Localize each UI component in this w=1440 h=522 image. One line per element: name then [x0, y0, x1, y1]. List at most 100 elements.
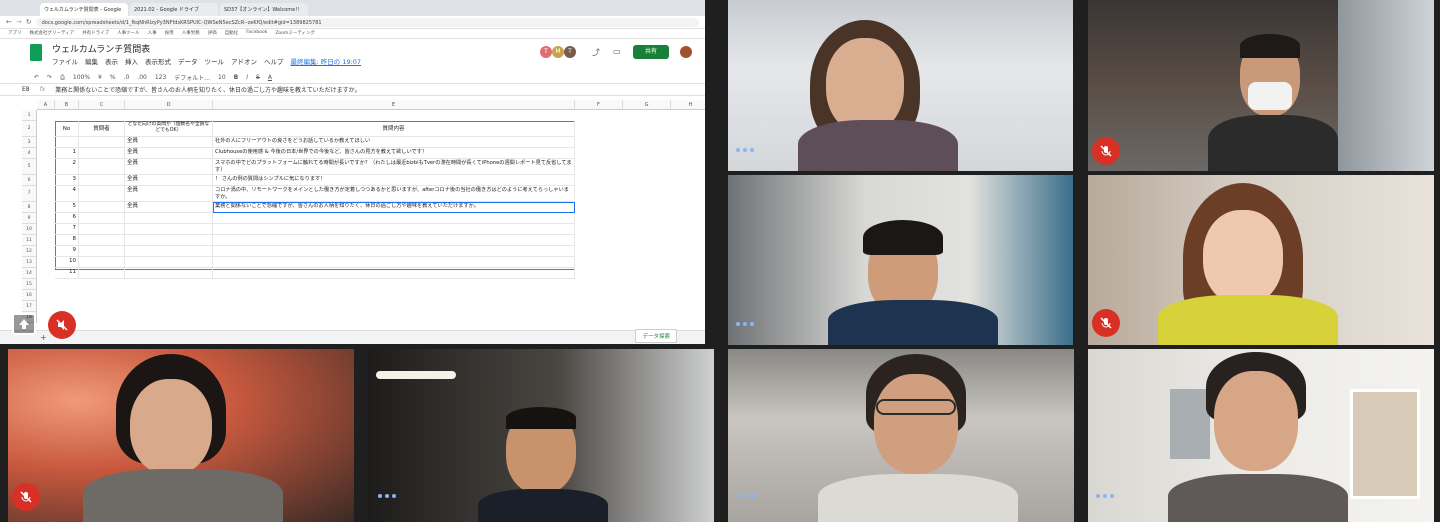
- cell-asker[interactable]: [79, 213, 125, 224]
- row-header[interactable]: 12: [22, 246, 37, 257]
- cell-no[interactable]: 2: [55, 159, 79, 175]
- participant-tile[interactable]: [1088, 349, 1434, 522]
- bookmark[interactable]: アプリ: [8, 30, 22, 37]
- bookmark[interactable]: 採用: [165, 30, 174, 37]
- bold-button[interactable]: B: [234, 74, 239, 81]
- row-header[interactable]: 11: [22, 235, 37, 246]
- font-select[interactable]: デフォルト...: [174, 73, 210, 82]
- percent-button[interactable]: %: [110, 74, 116, 81]
- cell-no[interactable]: 10: [55, 257, 79, 268]
- cell-target[interactable]: 全員: [125, 186, 213, 202]
- cell-no[interactable]: 6: [55, 213, 79, 224]
- reload-icon[interactable]: ↻: [26, 18, 32, 26]
- cell-target[interactable]: [125, 235, 213, 246]
- col-header[interactable]: A: [37, 100, 55, 110]
- row-header[interactable]: 13: [22, 257, 37, 268]
- url-input[interactable]: docs.google.com/spreadsheets/d/1_fkqNhRI…: [35, 17, 699, 27]
- bookmark[interactable]: Zoomミーティング: [275, 30, 315, 37]
- cell-asker[interactable]: [79, 137, 125, 148]
- header-no[interactable]: No: [55, 121, 79, 137]
- menu-format[interactable]: 表示形式: [145, 56, 171, 66]
- participant-tile[interactable]: [368, 349, 714, 522]
- font-size-select[interactable]: 10: [218, 74, 226, 81]
- activity-icon[interactable]: ⤴: [592, 47, 600, 58]
- sheets-logo-icon[interactable]: [30, 44, 42, 61]
- redo-icon[interactable]: ↷: [47, 74, 52, 81]
- browser-tab-3[interactable]: SD37【オンライン】Welcome!!: [220, 3, 308, 16]
- zoom-select[interactable]: 100%: [73, 74, 90, 81]
- col-header[interactable]: D: [125, 100, 213, 110]
- row-header[interactable]: 2: [22, 121, 37, 137]
- print-icon[interactable]: ⎙: [60, 74, 65, 82]
- cell-question[interactable]: [213, 235, 575, 246]
- bookmark[interactable]: 自動化: [225, 30, 239, 37]
- cell-no[interactable]: 3: [55, 175, 79, 186]
- cell-target[interactable]: 全員: [125, 148, 213, 159]
- cell-target[interactable]: 全員: [125, 137, 213, 148]
- bookmark[interactable]: 共有ドライブ: [82, 30, 109, 37]
- row-header[interactable]: 7: [22, 186, 37, 202]
- row-header[interactable]: 9: [22, 213, 37, 224]
- cell-no[interactable]: 9: [55, 246, 79, 257]
- mic-off-icon[interactable]: [48, 311, 76, 339]
- cell-question[interactable]: [213, 213, 575, 224]
- header-content[interactable]: 質問内容: [213, 121, 575, 137]
- decimal-increase-button[interactable]: .00: [137, 74, 147, 81]
- participant-tile[interactable]: [728, 0, 1073, 171]
- italic-button[interactable]: I: [246, 74, 248, 81]
- row-header[interactable]: 14: [22, 268, 37, 279]
- cell-question[interactable]: コロナ渦の中、リモートワークをメインとした働き方が定着しつつあるかと思いますが、…: [213, 186, 575, 202]
- bookmark[interactable]: 人事労務: [182, 30, 200, 37]
- formula-input[interactable]: 業務と関係ないことで恐縮ですが、皆さんのお人柄を知りたく、休日の過ごし方や趣味を…: [55, 85, 360, 94]
- currency-button[interactable]: ¥: [98, 74, 102, 81]
- cell-asker[interactable]: [79, 186, 125, 202]
- cell-target[interactable]: 全員: [125, 159, 213, 175]
- col-header[interactable]: E: [213, 100, 575, 110]
- cell-question[interactable]: 社外の人にフリーアウトの良さをどうお話しているか教えてほしい: [213, 137, 575, 148]
- browser-tab-1[interactable]: ウェルカムランチ質問表 - Google: [40, 3, 128, 16]
- cell-asker[interactable]: [79, 235, 125, 246]
- bookmark[interactable]: 人事: [148, 30, 157, 37]
- row-header[interactable]: 16: [22, 290, 37, 301]
- cell-asker[interactable]: [79, 268, 125, 279]
- comment-icon[interactable]: ▭: [613, 47, 621, 56]
- menu-view[interactable]: 表示: [105, 56, 118, 66]
- cell-target[interactable]: [125, 246, 213, 257]
- cell-question[interactable]: スマホの中でどのプラットフォームに触れてる時間が長いですか？（わたしは最近biz…: [213, 159, 575, 175]
- back-icon[interactable]: ←: [6, 18, 12, 26]
- mic-off-icon[interactable]: [1092, 309, 1120, 337]
- row-header[interactable]: 10: [22, 224, 37, 235]
- explore-button[interactable]: データ探索: [635, 329, 677, 343]
- cell-target[interactable]: [125, 268, 213, 279]
- row-header[interactable]: 17: [22, 301, 37, 312]
- strike-button[interactable]: S: [256, 74, 260, 81]
- cell-asker[interactable]: [79, 246, 125, 257]
- cell-no[interactable]: 7: [55, 224, 79, 235]
- undo-icon[interactable]: ↶: [34, 74, 39, 81]
- menu-addons[interactable]: アドオン: [231, 56, 257, 66]
- col-header[interactable]: C: [79, 100, 125, 110]
- cell-question[interactable]: Clubhouseの使用感 & 今後の日本/世界での今後など、皆さんの見方を教え…: [213, 148, 575, 159]
- cell-no[interactable]: 4: [55, 186, 79, 202]
- cell-target[interactable]: [125, 213, 213, 224]
- row-header[interactable]: 3: [22, 137, 37, 148]
- cell-asker[interactable]: [79, 257, 125, 268]
- menu-help[interactable]: ヘルプ: [264, 56, 284, 66]
- number-format-button[interactable]: 123: [155, 74, 166, 81]
- cell-no[interactable]: 11: [55, 268, 79, 279]
- browser-tab-2[interactable]: 2021.02 - Google ドライブ: [130, 3, 218, 16]
- menu-tools[interactable]: ツール: [205, 56, 225, 66]
- decimal-decrease-button[interactable]: .0: [124, 74, 130, 81]
- col-header[interactable]: F: [575, 100, 623, 110]
- participant-tile[interactable]: [728, 349, 1074, 522]
- cell-asker[interactable]: [79, 224, 125, 235]
- bookmark[interactable]: 人事ツール: [117, 30, 140, 37]
- share-button[interactable]: 共有: [633, 45, 669, 59]
- doc-title[interactable]: ウェルカムランチ質問表: [52, 42, 150, 55]
- cell-asker[interactable]: [79, 159, 125, 175]
- cell-question[interactable]: [213, 257, 575, 268]
- participant-tile[interactable]: [1088, 175, 1434, 345]
- account-avatar[interactable]: [680, 46, 692, 58]
- cell-question[interactable]: [213, 246, 575, 257]
- cell-no[interactable]: 1: [55, 148, 79, 159]
